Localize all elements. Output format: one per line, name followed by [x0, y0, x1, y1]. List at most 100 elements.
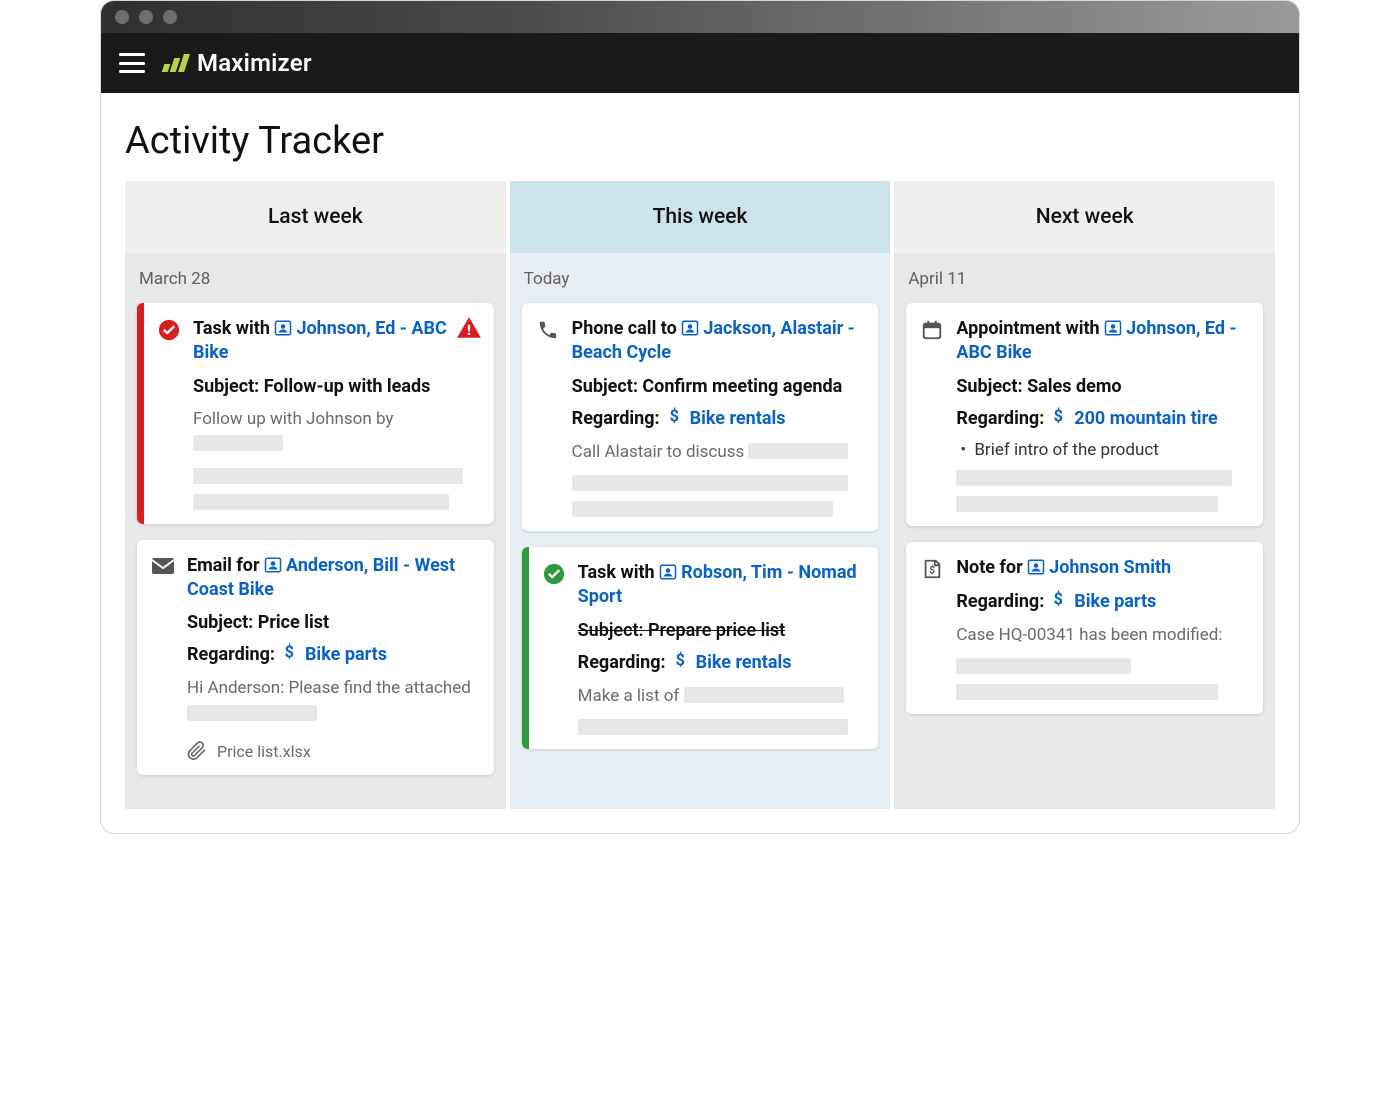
subject-line: Subject: Sales demo	[956, 376, 1247, 397]
subject-text: Sales demo	[1027, 376, 1122, 397]
regarding-line: Regarding: $ 200 mountain tire	[956, 407, 1247, 430]
regarding-link[interactable]: $ Bike parts	[283, 643, 387, 666]
placeholder	[956, 496, 1218, 512]
activity-card-call[interactable]: Phone call to Jackson, Alastair - Beach …	[522, 303, 879, 531]
card-body: Call Alastair to discuss	[572, 440, 863, 466]
dollar-icon: $	[668, 407, 682, 430]
window-control-minimize[interactable]	[139, 10, 153, 24]
regarding-label: Regarding:	[578, 652, 666, 673]
page-title: Activity Tracker	[101, 93, 1299, 181]
card-title: Email for Anderson, Bill - West Coast Bi…	[187, 554, 478, 603]
placeholder	[193, 435, 283, 451]
placeholder	[748, 443, 848, 459]
column-header[interactable]: Next week	[894, 181, 1275, 253]
placeholder	[193, 494, 449, 510]
placeholder	[956, 470, 1232, 486]
regarding-label: Regarding:	[956, 591, 1044, 612]
contact-icon	[681, 319, 699, 337]
subject-text: Prepare price list	[648, 620, 785, 641]
date-label: March 28	[139, 269, 492, 289]
card-body: Follow up with Johnson by	[193, 407, 478, 458]
card-body: Hi Anderson: Please find the attached	[187, 676, 478, 727]
card-title: Appointment with Johnson, Ed - ABC Bike	[956, 317, 1247, 366]
brand-name: Maximizer	[197, 49, 312, 77]
regarding-link[interactable]: $ Bike rentals	[668, 407, 786, 430]
svg-text:$: $	[1054, 407, 1063, 425]
body-lead: Make a list of	[578, 686, 680, 706]
activity-card-note[interactable]: $ Note for Johnson Smith Regarding:	[906, 542, 1263, 715]
regarding-label: Regarding:	[572, 408, 660, 429]
regarding-text: Bike rentals	[690, 408, 786, 429]
activity-card-task[interactable]: Task with Robson, Tim - Nomad Sport Subj…	[522, 547, 879, 749]
svg-text:$: $	[930, 563, 936, 576]
column-header[interactable]: This week	[510, 181, 891, 253]
regarding-label: Regarding:	[956, 408, 1044, 429]
window-control-close[interactable]	[115, 10, 129, 24]
column-next-week: Next week April 11 Appointment with John…	[894, 181, 1275, 809]
card-title: Phone call to Jackson, Alastair - Beach …	[572, 317, 863, 366]
placeholder	[572, 475, 848, 491]
regarding-text: 200 mountain tire	[1074, 408, 1217, 429]
svg-text:$: $	[669, 407, 678, 425]
window-control-zoom[interactable]	[163, 10, 177, 24]
card-title: Note for Johnson Smith	[956, 556, 1247, 580]
brand-logo-icon	[163, 54, 187, 72]
activity-card-email[interactable]: Email for Anderson, Bill - West Coast Bi…	[137, 540, 494, 776]
placeholder	[572, 501, 834, 517]
placeholder	[956, 658, 1130, 674]
subject-text: Follow-up with leads	[264, 376, 431, 397]
column-last-week: Last week March 28 Task with	[125, 181, 506, 809]
window-titlebar	[101, 1, 1299, 33]
contact-icon	[659, 563, 677, 581]
activity-card-appointment[interactable]: Appointment with Johnson, Ed - ABC Bike …	[906, 303, 1263, 526]
regarding-line: Regarding: $ Bike rentals	[572, 407, 863, 430]
brand[interactable]: Maximizer	[163, 49, 312, 77]
column-header[interactable]: Last week	[125, 181, 506, 253]
status-stripe	[137, 303, 144, 524]
card-body: Make a list of	[578, 684, 863, 710]
title-prefix: Appointment with	[956, 318, 1099, 339]
column-body: March 28 Task with	[125, 253, 506, 809]
contact-icon	[264, 556, 282, 574]
regarding-link[interactable]: $ Bike parts	[1052, 590, 1156, 613]
subject-label: Subject:	[572, 376, 638, 397]
subject-text: Confirm meeting agenda	[642, 376, 842, 397]
body-lead: Follow up with Johnson by	[193, 409, 393, 429]
activity-card-task[interactable]: Task with Johnson, Ed - ABC Bike Subject…	[137, 303, 494, 524]
window-frame: Maximizer Activity Tracker Last week Mar…	[100, 0, 1300, 834]
attachment-name: Price list.xlsx	[217, 742, 311, 761]
paperclip-icon	[187, 741, 207, 761]
attachment[interactable]: Price list.xlsx	[187, 741, 478, 761]
placeholder	[187, 705, 317, 721]
subject-line: Subject: Price list	[187, 612, 478, 633]
subject-label: Subject:	[187, 612, 253, 633]
check-circle-icon	[542, 561, 566, 735]
title-prefix: Task with	[193, 318, 270, 339]
dollar-icon: $	[1052, 590, 1066, 613]
placeholder	[193, 468, 463, 484]
regarding-link[interactable]: $ Bike rentals	[674, 651, 792, 674]
card-title: Task with Johnson, Ed - ABC Bike	[193, 317, 478, 366]
subject-line: Subject: Prepare price list	[578, 620, 863, 641]
regarding-text: Bike rentals	[696, 652, 792, 673]
contact-link[interactable]: Johnson Smith	[1049, 557, 1171, 578]
column-body: April 11 Appointment with Johnson, Ed - …	[894, 253, 1275, 809]
contact-icon	[1027, 558, 1045, 576]
bullet-item: Brief intro of the product	[956, 440, 1247, 460]
menu-icon[interactable]	[119, 53, 145, 73]
dollar-icon: $	[674, 651, 688, 674]
date-label: April 11	[908, 269, 1261, 289]
subject-line: Subject: Confirm meeting agenda	[572, 376, 863, 397]
svg-text:$: $	[675, 651, 684, 669]
column-body: Today Phone call to Jackson, Alastair - …	[510, 253, 891, 809]
regarding-link[interactable]: $ 200 mountain tire	[1052, 407, 1217, 430]
subject-label: Subject:	[193, 376, 259, 397]
body-lead: Call Alastair to discuss	[572, 442, 745, 462]
check-circle-icon	[157, 317, 181, 510]
phone-icon	[536, 317, 560, 517]
subject-text: Price list	[258, 612, 329, 633]
regarding-line: Regarding: $ Bike parts	[187, 643, 478, 666]
svg-text:$: $	[1054, 590, 1063, 608]
note-icon: $	[920, 556, 944, 701]
subject-label: Subject:	[578, 620, 644, 641]
